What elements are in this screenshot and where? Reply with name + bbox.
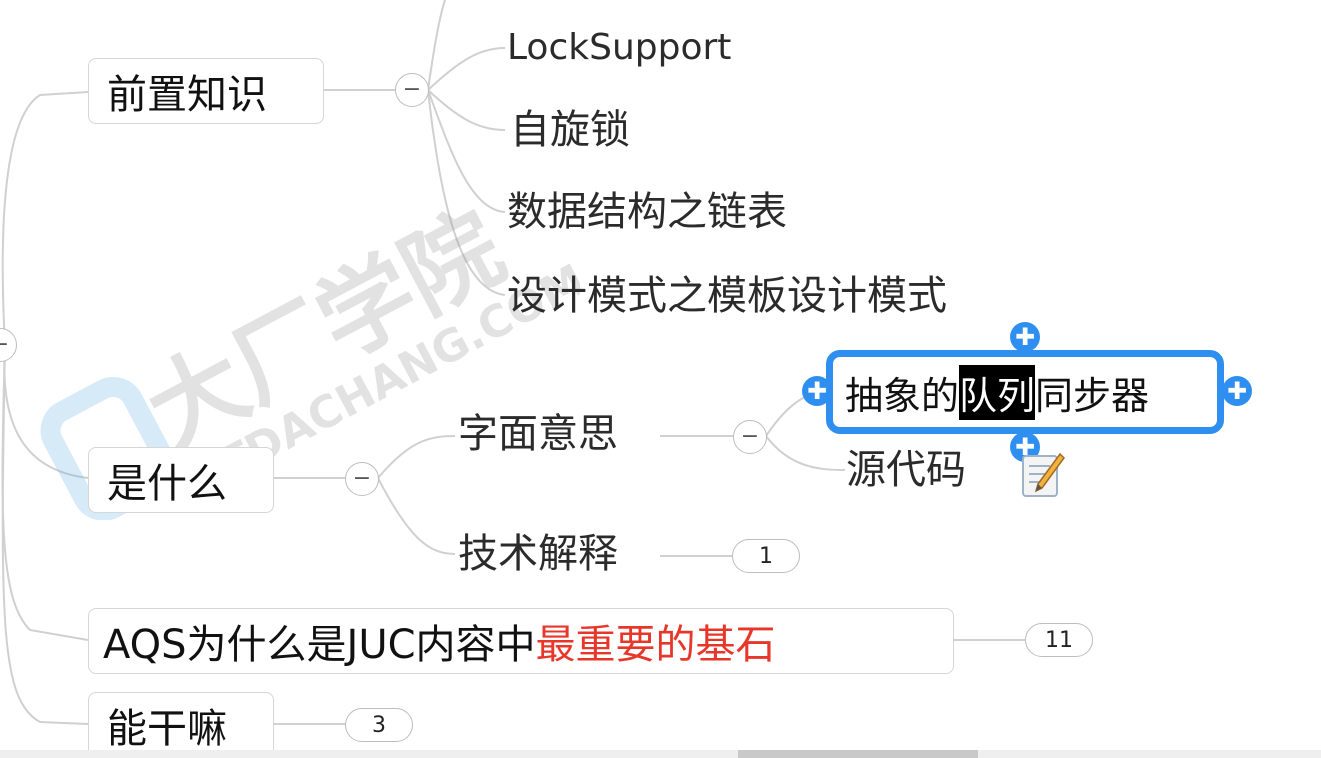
selected-topic-text-post: 同步器 (1035, 373, 1150, 418)
topic-aqs-label: AQS为什么是JUC内容中 (103, 622, 536, 668)
add-topic-right-icon[interactable]: ✚ (1222, 376, 1252, 406)
selected-text-highlight: 队列 (959, 364, 1036, 420)
topic-technical-explanation[interactable]: 技术解释 (458, 534, 618, 574)
topic-what-is-label: 是什么 (107, 461, 227, 507)
topic-aqs-label-red: 最重要的基石 (535, 622, 776, 668)
topic-literal-meaning[interactable]: 字面意思 (458, 414, 618, 454)
usage-collapsed-count-badge[interactable]: 3 (345, 708, 413, 742)
topic-what-can-do[interactable]: 能干嘛 (88, 692, 274, 758)
topic-linked-list[interactable]: 数据结构之链表 (507, 192, 787, 232)
add-topic-left-icon[interactable]: ✚ (802, 376, 832, 406)
topic-aqs-foundation[interactable]: AQS为什么是JUC内容中 最重要的基石 (88, 608, 954, 674)
topic-locksupport[interactable]: LockSupport (507, 30, 731, 66)
collapsed-count-badge[interactable]: 1 (732, 539, 800, 573)
what-collapse-button[interactable]: − (345, 462, 379, 496)
topic-prerequisites[interactable]: 前置知识 (88, 58, 324, 124)
prereq-collapse-button[interactable]: − (395, 73, 429, 107)
topic-what-can-do-label: 能干嘛 (107, 706, 227, 752)
topic-source-code[interactable]: 源代码 (846, 450, 966, 490)
topic-prerequisites-label: 前置知识 (107, 72, 267, 118)
scrollbar-thumb[interactable] (738, 750, 978, 758)
topic-spinlock[interactable]: 自旋锁 (510, 110, 630, 150)
topic-what-is[interactable]: 是什么 (88, 447, 274, 513)
selected-topic-text-pre: 抽象的 (845, 373, 960, 418)
add-topic-above-icon[interactable]: ✚ (1010, 322, 1040, 352)
aqs-collapsed-count-badge[interactable]: 11 (1025, 623, 1093, 657)
literal-collapse-button[interactable]: − (733, 420, 767, 454)
mindmap-canvas[interactable]: 大厂学院 ITDACHANG.COM − 前置知识 − LockSupport … (0, 0, 1321, 758)
note-pencil-icon[interactable] (1020, 450, 1066, 500)
topic-template-pattern[interactable]: 设计模式之模板设计模式 (507, 276, 947, 316)
selected-topic-aqs[interactable]: 抽象的 队列 同步器 (826, 350, 1224, 434)
horizontal-scrollbar[interactable] (0, 750, 1321, 758)
